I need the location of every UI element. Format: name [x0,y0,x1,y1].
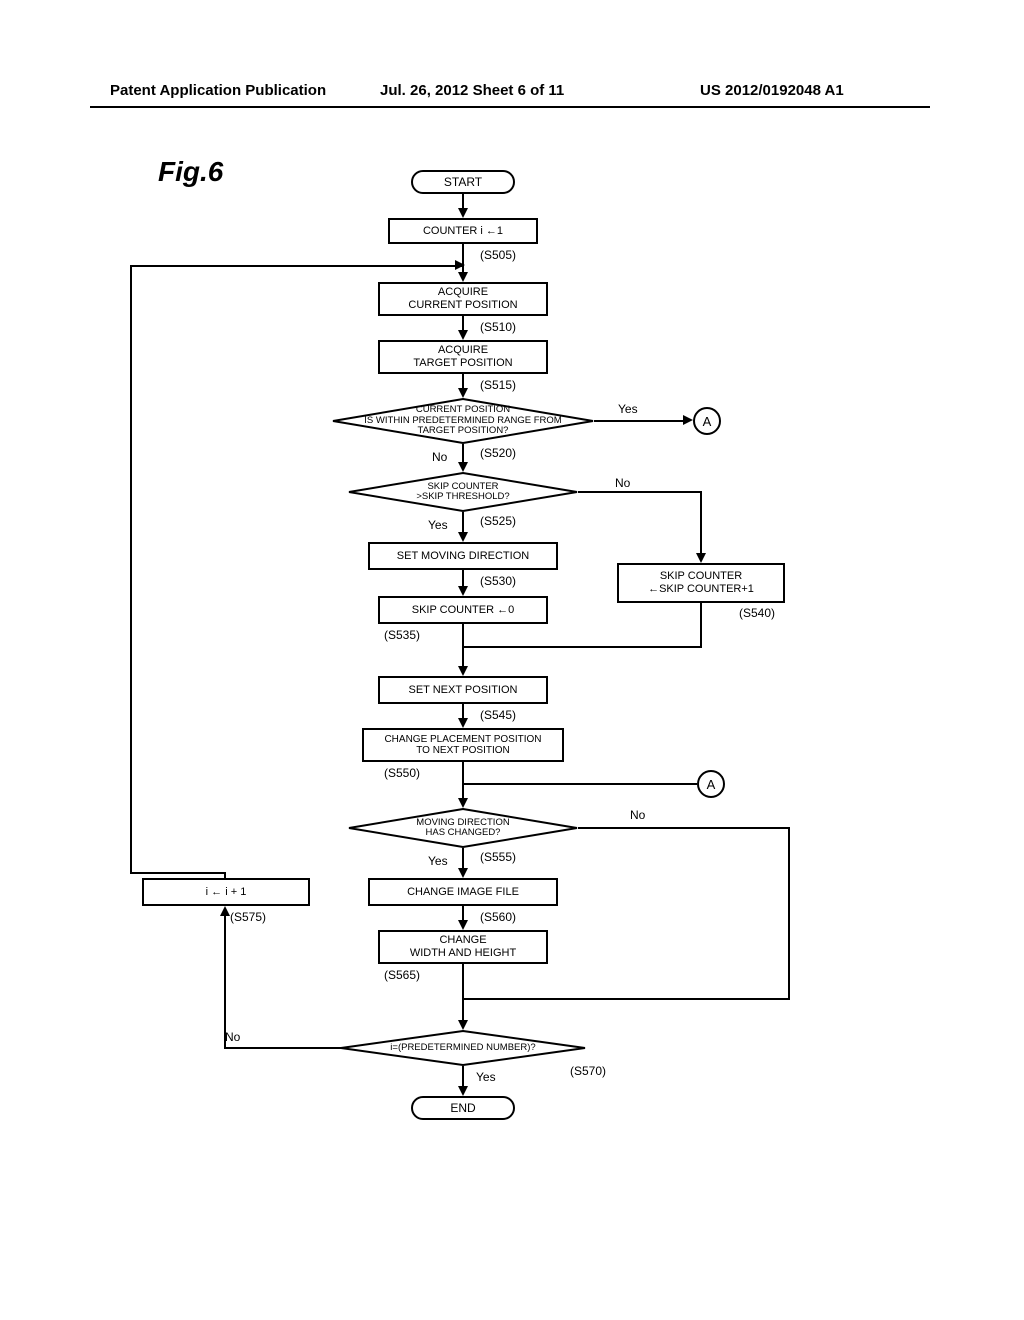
branch-no: No [630,808,645,822]
flow-line [224,914,226,1049]
step-label-s570: (S570) [570,1064,606,1078]
set-direction-process: SET MOVING DIRECTION [368,542,558,570]
branch-no: No [432,450,447,464]
arrow-icon [458,868,468,878]
step-label-s550: (S550) [384,766,420,780]
arrow-icon [458,666,468,676]
step-label-s530: (S530) [480,574,516,588]
branch-yes: Yes [428,854,448,868]
flow-line [700,603,702,646]
step-label-s560: (S560) [480,910,516,924]
flow-line [130,265,463,267]
header-rule [90,106,930,108]
step-label-s525: (S525) [480,514,516,528]
step-label-s510: (S510) [480,320,516,334]
connector-a-bottom: A [697,770,725,798]
flow-line [224,1047,341,1049]
step-label-s575: (S575) [230,910,266,924]
arrow-icon [458,532,468,542]
branch-yes: Yes [618,402,638,416]
counter-init-process: COUNTER i ←1 [388,218,538,244]
step-label-s505: (S505) [480,248,516,262]
arrow-icon [458,718,468,728]
step-label-s535: (S535) [384,628,420,642]
arrow-icon [458,920,468,930]
arrow-icon [458,1086,468,1096]
end-terminator: END [411,1096,515,1120]
arrow-icon [696,553,706,563]
branch-no: No [225,1030,240,1044]
step-label-s555: (S555) [480,850,516,864]
flow-line [462,1066,464,1088]
flow-line [462,762,464,800]
header-right: US 2012/0192048 A1 [700,82,844,99]
arrow-icon [458,330,468,340]
flow-line [788,827,790,998]
flow-line [578,827,790,829]
arrow-icon [458,388,468,398]
step-label-s565: (S565) [384,968,420,982]
change-image-file-process: CHANGE IMAGE FILE [368,878,558,906]
flow-line [464,646,702,648]
arrow-icon [458,462,468,472]
flow-line [462,444,464,464]
decision-i-predetermined: i=(PREDETERMINED NUMBER)? [340,1030,586,1066]
header-left: Patent Application Publication [110,82,326,99]
flow-line [462,964,464,1022]
flow-line [462,512,464,534]
flow-line [700,491,702,555]
change-placement-process: CHANGE PLACEMENT POSITION TO NEXT POSITI… [362,728,564,762]
flowchart: START COUNTER i ←1 (S505) ACQUIRE CURREN… [0,170,1024,1270]
i-increment-process: i ← i + 1 [142,878,310,906]
decision-range: CURRENT POSITION IS WITHIN PREDETERMINED… [332,398,594,444]
branch-yes: Yes [476,1070,496,1084]
flow-line [464,998,790,1000]
step-label-s515: (S515) [480,378,516,392]
decision-skip: SKIP COUNTER >SKIP THRESHOLD? [348,472,578,512]
header-center: Jul. 26, 2012 Sheet 6 of 11 [380,82,564,99]
start-terminator: START [411,170,515,194]
step-label-s540: (S540) [739,606,775,620]
step-label-s545: (S545) [480,708,516,722]
flow-line [462,848,464,870]
acquire-target-process: ACQUIRE TARGET POSITION [378,340,548,374]
step-label-s520: (S520) [480,446,516,460]
skip-increment-process: SKIP COUNTER ←SKIP COUNTER+1 [617,563,785,603]
set-next-position-process: SET NEXT POSITION [378,676,548,704]
arrow-icon [683,415,693,425]
flow-line [130,265,132,874]
acquire-current-process: ACQUIRE CURRENT POSITION [378,282,548,316]
arrow-icon [458,1020,468,1030]
skip-zero-process: SKIP COUNTER ←0 [378,596,548,624]
flow-line [594,420,689,422]
arrow-icon [458,586,468,596]
flow-line [578,491,702,493]
arrow-icon [458,798,468,808]
flow-line [464,783,697,785]
arrow-icon [220,906,230,916]
branch-no: No [615,476,630,490]
arrow-icon [458,208,468,218]
arrow-icon [458,272,468,282]
arrow-icon [455,260,465,270]
connector-a-top: A [693,407,721,435]
decision-direction-changed: MOVING DIRECTION HAS CHANGED? [348,808,578,848]
branch-yes: Yes [428,518,448,532]
flow-line [130,872,226,874]
change-width-height-process: CHANGE WIDTH AND HEIGHT [378,930,548,964]
